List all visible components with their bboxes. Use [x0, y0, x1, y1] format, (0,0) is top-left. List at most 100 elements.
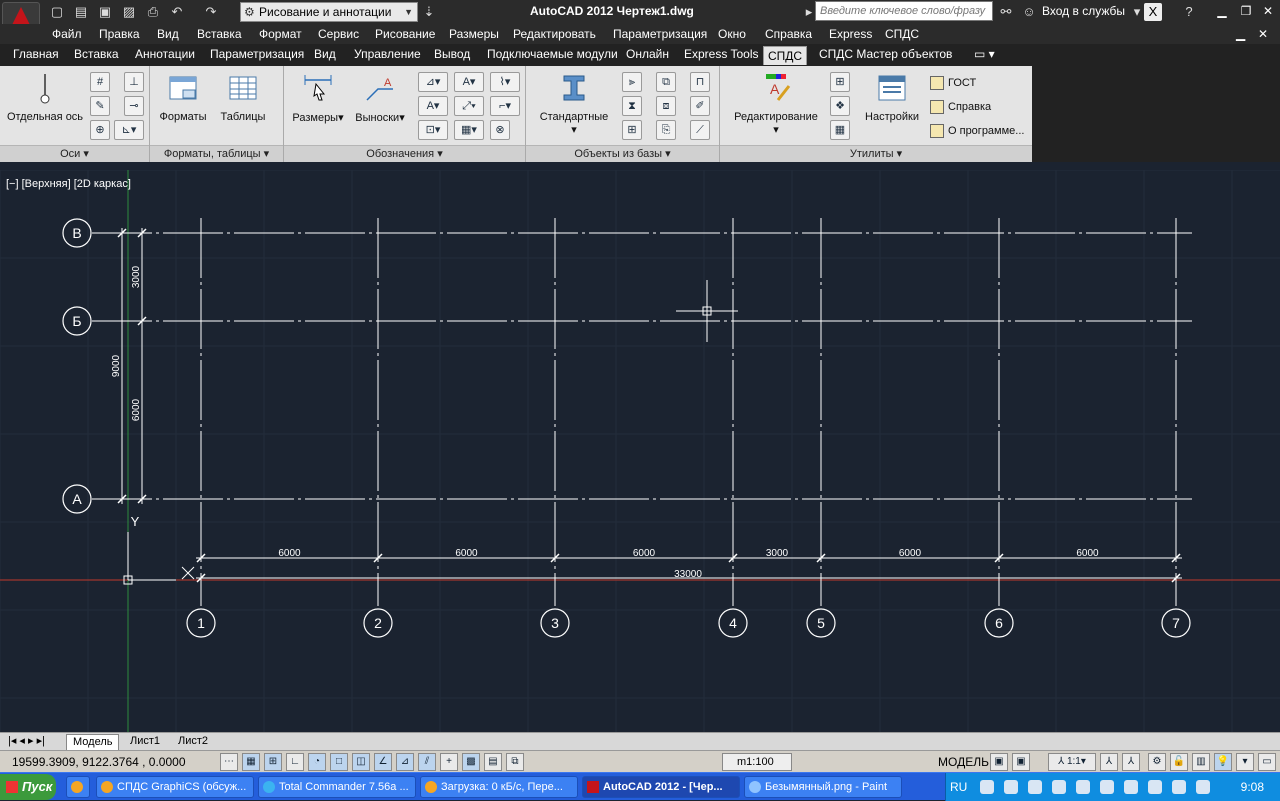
tab-annotate[interactable]: Аннотации	[131, 47, 199, 66]
panel-designations-label[interactable]: Обозначения ▾	[284, 145, 525, 162]
menu-edit[interactable]: Правка	[99, 27, 140, 41]
util-layers-icon[interactable]: ❖	[830, 96, 850, 116]
menu-insert[interactable]: Вставка	[197, 27, 242, 41]
taskbar-item-totalcmd[interactable]: Total Commander 7.56a ...	[258, 776, 416, 798]
editing-button[interactable]: A Редактирование ▾	[726, 72, 826, 136]
about-link[interactable]: О программе...	[930, 124, 1024, 138]
util-grid-icon[interactable]: ⊞	[830, 72, 850, 92]
binoculars-icon[interactable]: ⚯	[997, 3, 1015, 21]
tab-insert[interactable]: Вставка	[70, 47, 123, 66]
tables-button[interactable]: Таблицы	[216, 72, 270, 123]
text-icon[interactable]: A▾	[418, 96, 448, 116]
tab-spds[interactable]: СПДС	[763, 46, 808, 65]
search-input[interactable]: Введите ключевое слово/фразу	[815, 1, 993, 21]
3d-osnap-icon[interactable]: ◫	[352, 753, 370, 771]
space-toggle[interactable]: МОДЕЛЬ	[938, 755, 989, 769]
tab-online[interactable]: Онлайн	[622, 47, 673, 66]
volume-icon[interactable]	[1196, 780, 1210, 794]
customize-qa-icon[interactable]: ⇣	[420, 3, 438, 21]
single-axis-button[interactable]: Отдельная ось	[4, 72, 86, 123]
drawing-svg[interactable]: 1 2 3 4 5 6 7 В Б А 6000 6000 6000 3000 6000 6000 33000 3…	[0, 169, 1280, 732]
clean-screen-icon[interactable]: ▭	[1258, 753, 1276, 771]
isolate-objects-icon[interactable]: 💡	[1214, 753, 1232, 771]
menu-draw[interactable]: Рисование	[375, 27, 435, 41]
quicklaunch-icon[interactable]	[66, 776, 90, 798]
minimize-button[interactable]: ▁	[1212, 2, 1232, 20]
viewport-controls[interactable]: [−] [Верхняя] [2D каркас]	[6, 178, 131, 190]
text-leader-icon[interactable]: A▾	[454, 72, 484, 92]
bluetooth-icon[interactable]	[1124, 780, 1138, 794]
tab-view[interactable]: Вид	[310, 47, 340, 66]
tab-home[interactable]: Главная	[9, 47, 63, 66]
tab-sheet2[interactable]: Лист2	[172, 734, 214, 750]
db-valve-icon[interactable]: ⧗	[622, 96, 642, 116]
workspace-switch-icon[interactable]: ⚙	[1148, 753, 1166, 771]
menu-close-icon[interactable]: ✕	[1258, 27, 1268, 41]
tab-parametric[interactable]: Параметризация	[206, 47, 308, 66]
tray-app-icon[interactable]	[1028, 780, 1042, 794]
snap-mode-icon[interactable]: ▦	[242, 753, 260, 771]
taskbar-item-paint[interactable]: Безымянный.png - Paint	[744, 776, 902, 798]
axis-grid-icon[interactable]: #	[90, 72, 110, 92]
node-icon[interactable]: ⊗	[490, 120, 510, 140]
tray-app-icon[interactable]	[1076, 780, 1090, 794]
cut-line-icon[interactable]: ⌐▾	[490, 96, 520, 116]
otrack-icon[interactable]: ∠	[374, 753, 392, 771]
network-icon[interactable]	[1172, 780, 1186, 794]
undo-icon[interactable]: ↶	[168, 3, 186, 21]
tab-manage[interactable]: Управление	[350, 47, 425, 66]
menu-parametric[interactable]: Параметризация	[613, 27, 707, 41]
axis-mark-icon[interactable]: ⊕	[90, 120, 110, 140]
open-icon[interactable]: ▤	[72, 3, 90, 21]
menu-express[interactable]: Express	[829, 27, 872, 41]
axis-marker-icon[interactable]: ⊥	[124, 72, 144, 92]
menu-spds[interactable]: СПДС	[885, 27, 919, 41]
quick-view-drawings-icon[interactable]: ▣	[1012, 753, 1030, 771]
db-section-icon[interactable]: ⊓	[690, 72, 710, 92]
db-view-icon[interactable]: ⧉	[656, 72, 676, 92]
menu-dimension[interactable]: Размеры	[449, 27, 499, 41]
tab-output[interactable]: Вывод	[430, 47, 474, 66]
tab-model[interactable]: Модель	[66, 734, 120, 750]
redo-icon[interactable]: ↷	[202, 3, 220, 21]
new-icon[interactable]: ▢	[48, 3, 66, 21]
exchange-icon[interactable]: X	[1144, 3, 1162, 21]
selection-cycling-icon[interactable]: ⧉	[506, 753, 524, 771]
axis-link-icon[interactable]: ⊸	[124, 96, 144, 116]
panel-axes-label[interactable]: Оси ▾	[0, 145, 149, 162]
db-measure-icon[interactable]: ⟋	[690, 120, 710, 140]
transparency-icon[interactable]: ▩	[462, 753, 480, 771]
fragment-icon[interactable]: ⊡▾	[418, 120, 448, 140]
menu-minimize-icon[interactable]: ▁	[1236, 27, 1245, 41]
panel-formats-label[interactable]: Форматы, таблицы ▾	[150, 145, 283, 162]
grid-display-icon[interactable]: ⊞	[264, 753, 282, 771]
status-menu-icon[interactable]: ▾	[1236, 753, 1254, 771]
start-button[interactable]: Пуск	[0, 774, 56, 800]
dimensions-button[interactable]: Размеры▾	[292, 72, 344, 124]
hardware-accel-icon[interactable]: ▥	[1192, 753, 1210, 771]
level-mark-icon[interactable]: ⊿▾	[418, 72, 448, 92]
util-table-icon[interactable]: ▦	[830, 120, 850, 140]
print-icon[interactable]: ⎙	[144, 3, 162, 21]
settings-button[interactable]: Настройки	[860, 72, 924, 123]
sign-in-link[interactable]: Вход в службы	[1042, 4, 1125, 18]
gost-link[interactable]: ГОСТ	[930, 76, 976, 90]
help-icon[interactable]: ?	[1180, 3, 1198, 21]
menu-format[interactable]: Формат	[259, 27, 302, 41]
hatch-icon[interactable]: ▦▾	[454, 120, 484, 140]
standard-button[interactable]: Стандартные ▾	[534, 72, 614, 136]
auto-scale-icon[interactable]: ⅄	[1122, 753, 1140, 771]
tab-plugins[interactable]: Подключаемые модули	[483, 47, 622, 66]
db-insert-icon[interactable]: ⊞	[622, 120, 642, 140]
formats-button[interactable]: Форматы	[156, 72, 210, 123]
tray-app-icon[interactable]	[1148, 780, 1162, 794]
tray-app-icon[interactable]	[1004, 780, 1018, 794]
lineweight-icon[interactable]: +	[440, 753, 458, 771]
infer-constraints-icon[interactable]: ⋯	[220, 753, 238, 771]
restore-button[interactable]: ❐	[1236, 2, 1256, 20]
workspace-dropdown[interactable]: ⚙ Рисование и аннотации ▼	[240, 2, 418, 22]
tray-app-icon[interactable]	[980, 780, 994, 794]
help-link[interactable]: Справка	[930, 100, 991, 114]
menu-window[interactable]: Окно	[718, 27, 746, 41]
menu-modify[interactable]: Редактировать	[513, 27, 596, 41]
